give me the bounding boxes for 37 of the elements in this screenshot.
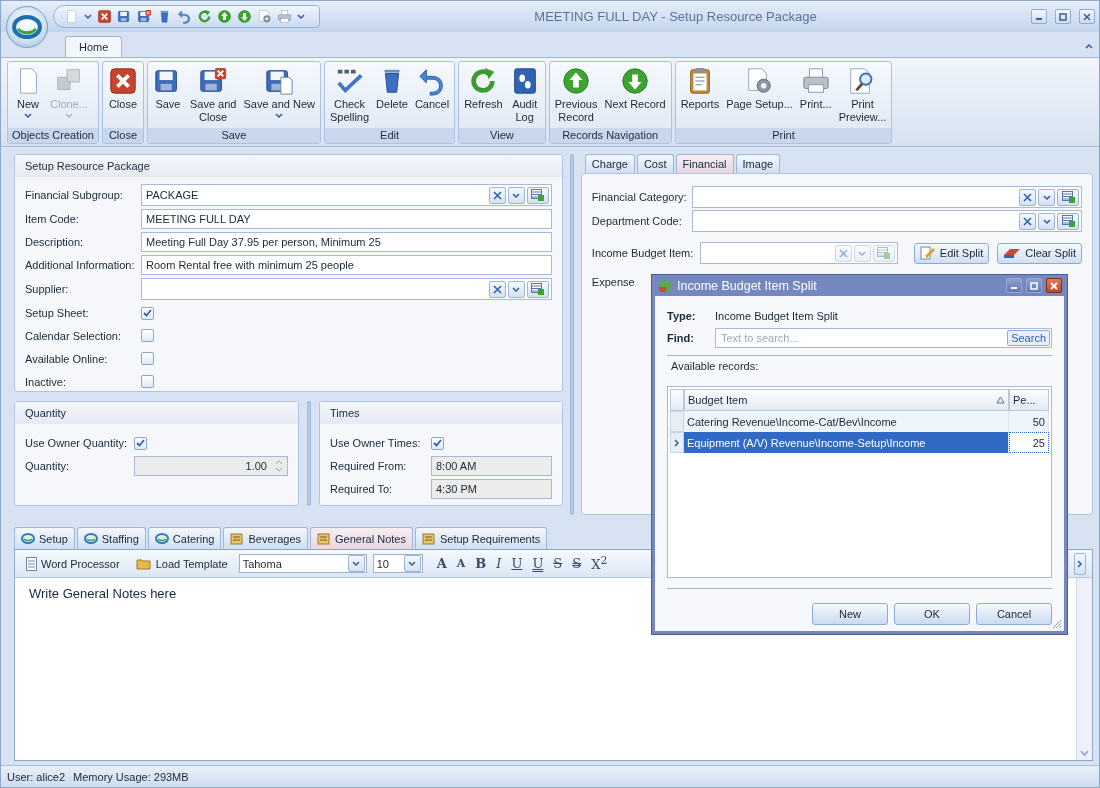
section-label: Available records:	[670, 360, 760, 372]
status-text: Memory Usage: 293MB	[73, 770, 189, 783]
field-label: Supplier:	[25, 283, 70, 295]
group-label: Save	[147, 128, 320, 143]
field-label: Inactive:	[25, 376, 67, 388]
field-label: Type:	[667, 310, 697, 322]
field-label: Use Owner Times:	[330, 437, 422, 449]
field-label: Department Code:	[591, 215, 683, 227]
group-label: Edit	[324, 128, 455, 143]
field-label: Quantity:	[25, 460, 71, 472]
field-label: Item Code:	[25, 213, 80, 225]
field-label: Expense	[591, 276, 635, 288]
field-label: Available Online:	[25, 353, 109, 365]
panel-title: Setup Resource Package	[15, 155, 562, 177]
group-label: Records Navigation	[549, 128, 671, 143]
type-value: Income Budget Item Split	[715, 310, 839, 322]
group-label: Close	[102, 128, 143, 143]
panel-title: Quantity	[15, 402, 298, 424]
field-label: Required From:	[330, 460, 408, 472]
field-label: Setup Sheet:	[25, 307, 90, 319]
field-label: Financial Category:	[591, 191, 688, 203]
status-text: User: alice2	[7, 770, 66, 783]
group-label: View	[459, 128, 545, 143]
group-label: Objects Creation	[8, 128, 98, 143]
dialog-title: Income Budget Item Split	[677, 278, 818, 293]
table-cell: 25	[1009, 432, 1049, 453]
field-label: Use Owner Quantity:	[25, 437, 129, 449]
field-label: Income Budget Item:	[591, 247, 692, 259]
field-label: Description:	[25, 236, 85, 248]
field-label: Financial Subgroup:	[25, 189, 124, 201]
panel-title: Times	[320, 402, 562, 424]
field-label: Additional Information:	[25, 259, 136, 271]
field-label: Required To:	[330, 483, 394, 495]
group-label: Print	[675, 128, 892, 143]
window-title: MEETING FULL DAY - Setup Resource Package	[533, 9, 818, 24]
field-label: Find:	[667, 332, 695, 344]
field-label: Calendar Selection:	[25, 330, 122, 342]
